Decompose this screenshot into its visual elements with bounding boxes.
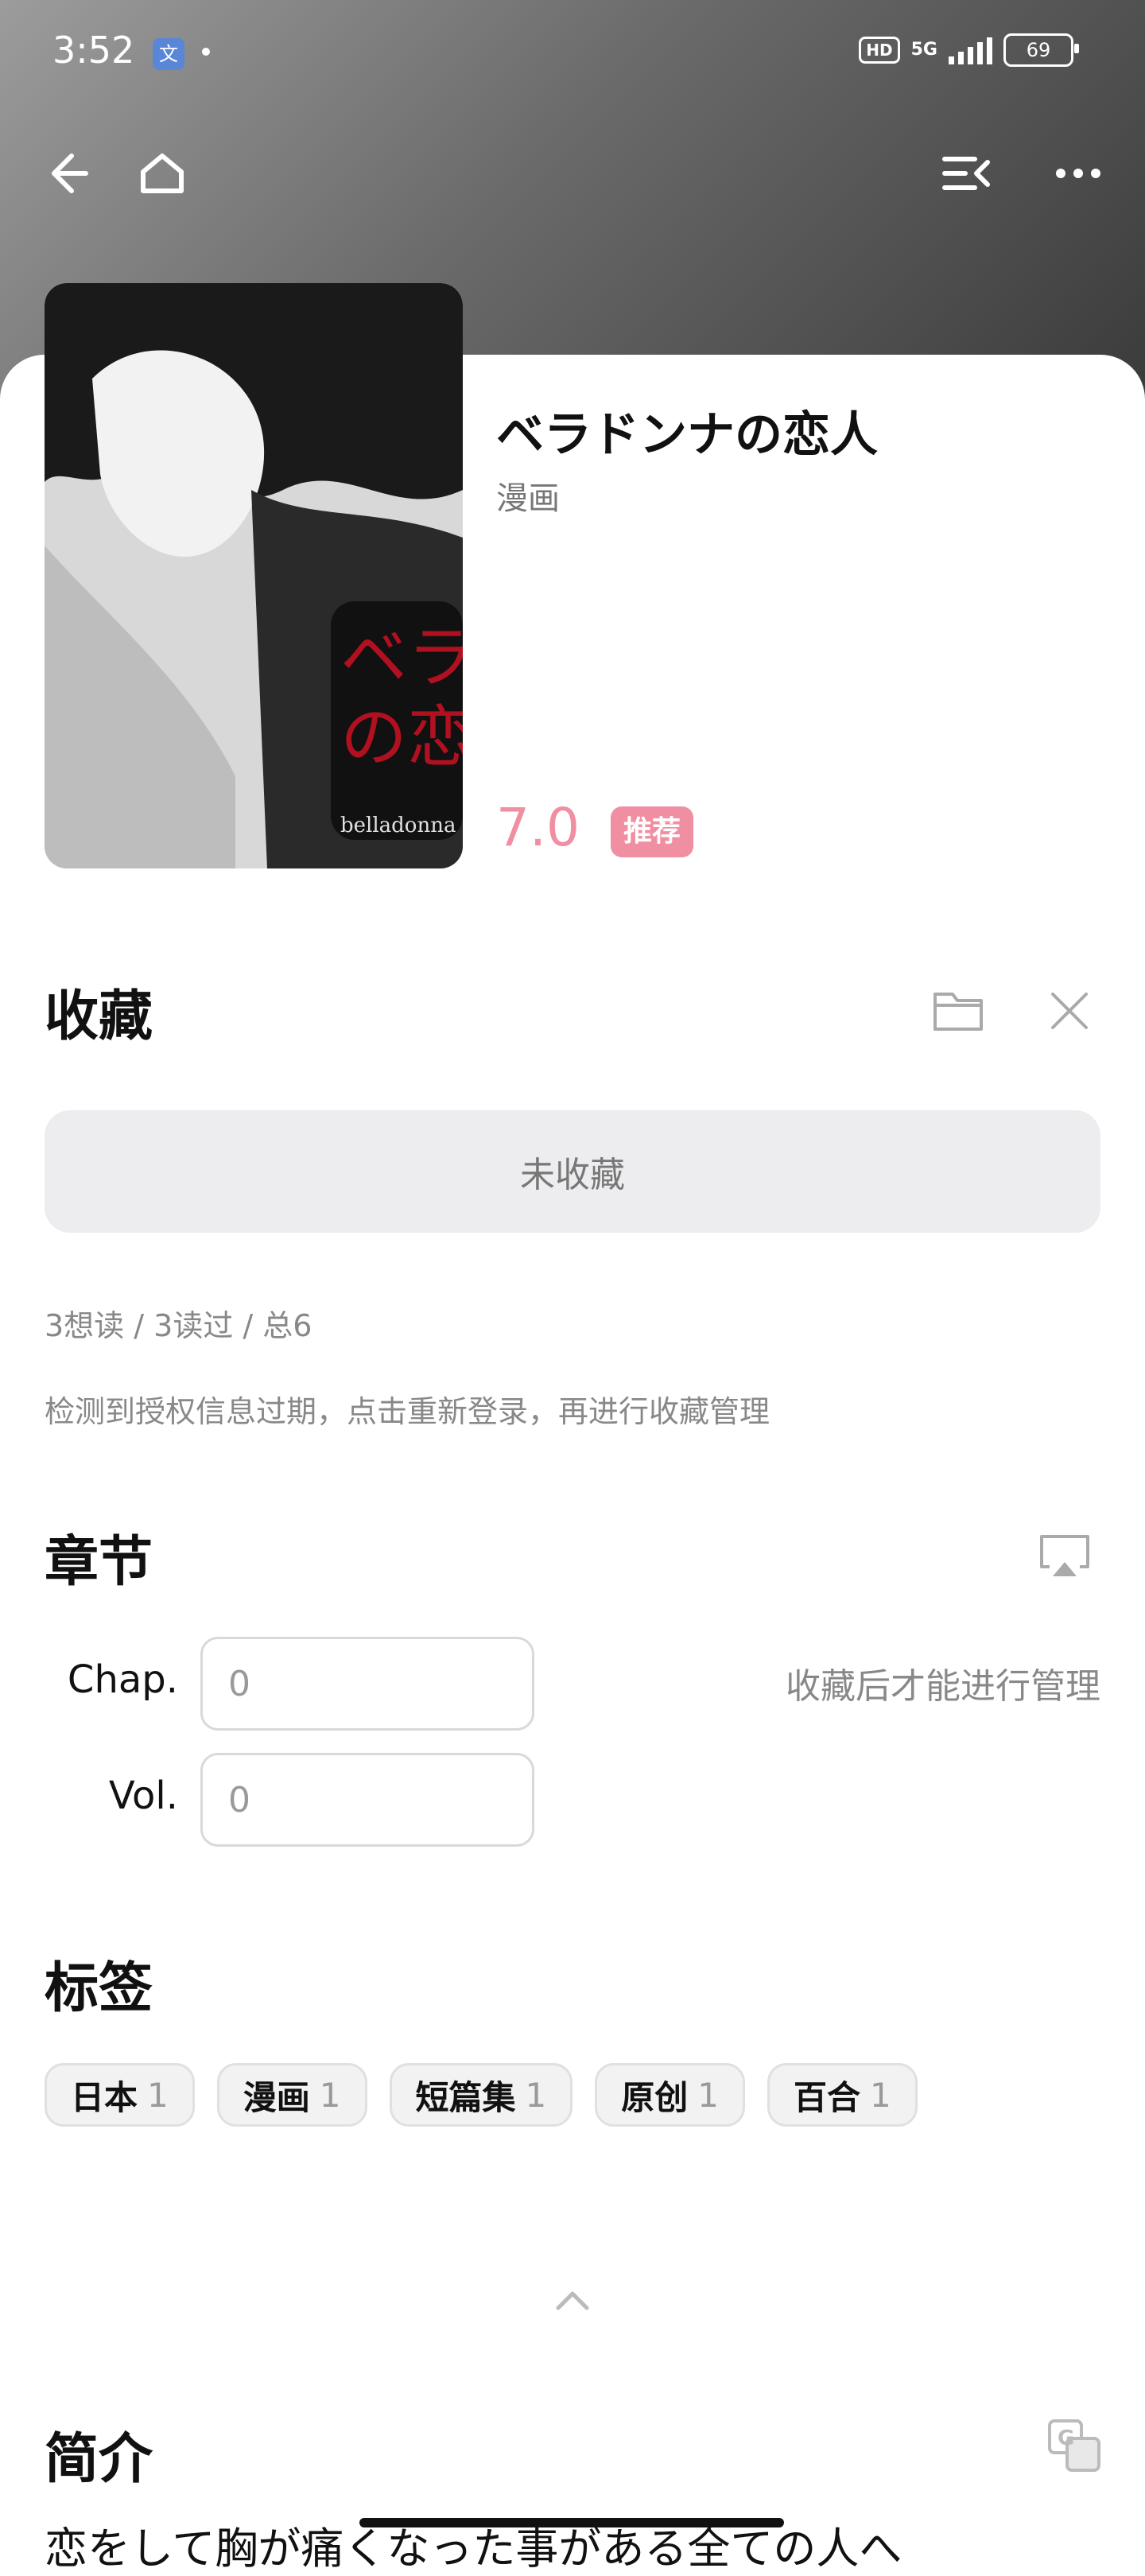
tag-count: 1	[697, 2075, 719, 2115]
menu-button[interactable]	[941, 148, 992, 199]
chap-label: Chap.	[67, 1657, 178, 1702]
book-title: ベラドンナの恋人	[496, 407, 878, 463]
more-button[interactable]	[1053, 148, 1104, 199]
home-icon	[141, 153, 184, 193]
signal-icon	[949, 36, 992, 64]
cover-title-text: ベラ	[340, 619, 463, 697]
battery-level: 69	[1026, 39, 1051, 61]
auth-expired-link[interactable]: 检测到授权信息过期，点击重新登录，再进行收藏管理	[45, 1387, 770, 1431]
battery-icon: 69	[1003, 33, 1079, 67]
notification-dot-icon	[202, 48, 210, 56]
tag-item[interactable]: 原创 1	[595, 2063, 745, 2127]
chapter-input[interactable]	[200, 1637, 534, 1731]
tag-count: 1	[525, 2075, 547, 2115]
cover-image[interactable]: ベラ の恋 belladonna	[45, 283, 463, 868]
back-button[interactable]	[40, 148, 91, 199]
recommend-badge: 推荐	[611, 806, 694, 857]
folder-button[interactable]	[930, 983, 986, 1039]
translate-icon: G	[1048, 2419, 1100, 2472]
collection-stats: 3想读 / 3读过 / 总6	[45, 1308, 312, 1343]
chevron-up-icon	[556, 2291, 589, 2310]
close-button[interactable]	[1042, 983, 1097, 1039]
svg-text:G: G	[1058, 2426, 1074, 2450]
status-indicators: HD 5G 69	[859, 33, 1079, 67]
tag-name: 百合	[794, 2077, 861, 2117]
hd-badge: HD	[859, 37, 900, 64]
tag-item[interactable]: 漫画 1	[216, 2063, 367, 2127]
synopsis-heading: 简介	[45, 2428, 153, 2491]
status-time: 3:52	[52, 29, 135, 72]
tag-item[interactable]: 百合 1	[767, 2063, 918, 2127]
folder-icon	[933, 993, 983, 1031]
collection-status-button[interactable]: 未收藏	[45, 1110, 1100, 1233]
arrow-left-icon	[52, 153, 88, 193]
translate-button[interactable]: G	[1046, 2418, 1102, 2473]
app-notification-icon: 文	[153, 38, 184, 70]
home-button[interactable]	[137, 148, 188, 199]
tag-count: 1	[319, 2075, 341, 2115]
tag-count: 1	[147, 2075, 169, 2115]
cover-art: ベラ の恋 belladonna	[45, 283, 463, 868]
manage-hint: 收藏后才能进行管理	[786, 1666, 1100, 1707]
tag-name: 漫画	[243, 2077, 310, 2117]
cast-button[interactable]	[1037, 1529, 1093, 1584]
vol-label: Vol.	[108, 1774, 178, 1818]
tag-count: 1	[870, 2075, 891, 2115]
tag-name: 短篇集	[415, 2077, 516, 2117]
tag-name: 原创	[621, 2077, 689, 2117]
cover-title-text-2: の恋	[340, 698, 463, 776]
tag-item[interactable]: 短篇集 1	[389, 2063, 573, 2127]
network-type: 5G	[910, 40, 937, 60]
tag-name: 日本	[71, 2077, 138, 2117]
chapters-heading: 章节	[45, 1531, 153, 1594]
tag-item[interactable]: 日本 1	[45, 2063, 195, 2127]
collection-heading: 收藏	[45, 985, 153, 1048]
tags-heading: 标签	[45, 1957, 153, 2020]
airplay-icon	[1040, 1535, 1089, 1576]
home-indicator[interactable]	[359, 2518, 784, 2527]
close-icon	[1051, 993, 1088, 1029]
tag-list: 日本 1 漫画 1 短篇集 1 原创 1 百合 1	[45, 2063, 918, 2127]
cover-subtitle-text: belladonna	[340, 814, 456, 837]
book-score: 7.0	[496, 797, 580, 858]
collapse-button[interactable]	[549, 2276, 596, 2324]
book-type: 漫画	[496, 480, 560, 517]
volume-input[interactable]	[200, 1753, 534, 1847]
list-collapse-icon	[942, 157, 990, 190]
more-horizontal-icon	[1056, 169, 1100, 178]
